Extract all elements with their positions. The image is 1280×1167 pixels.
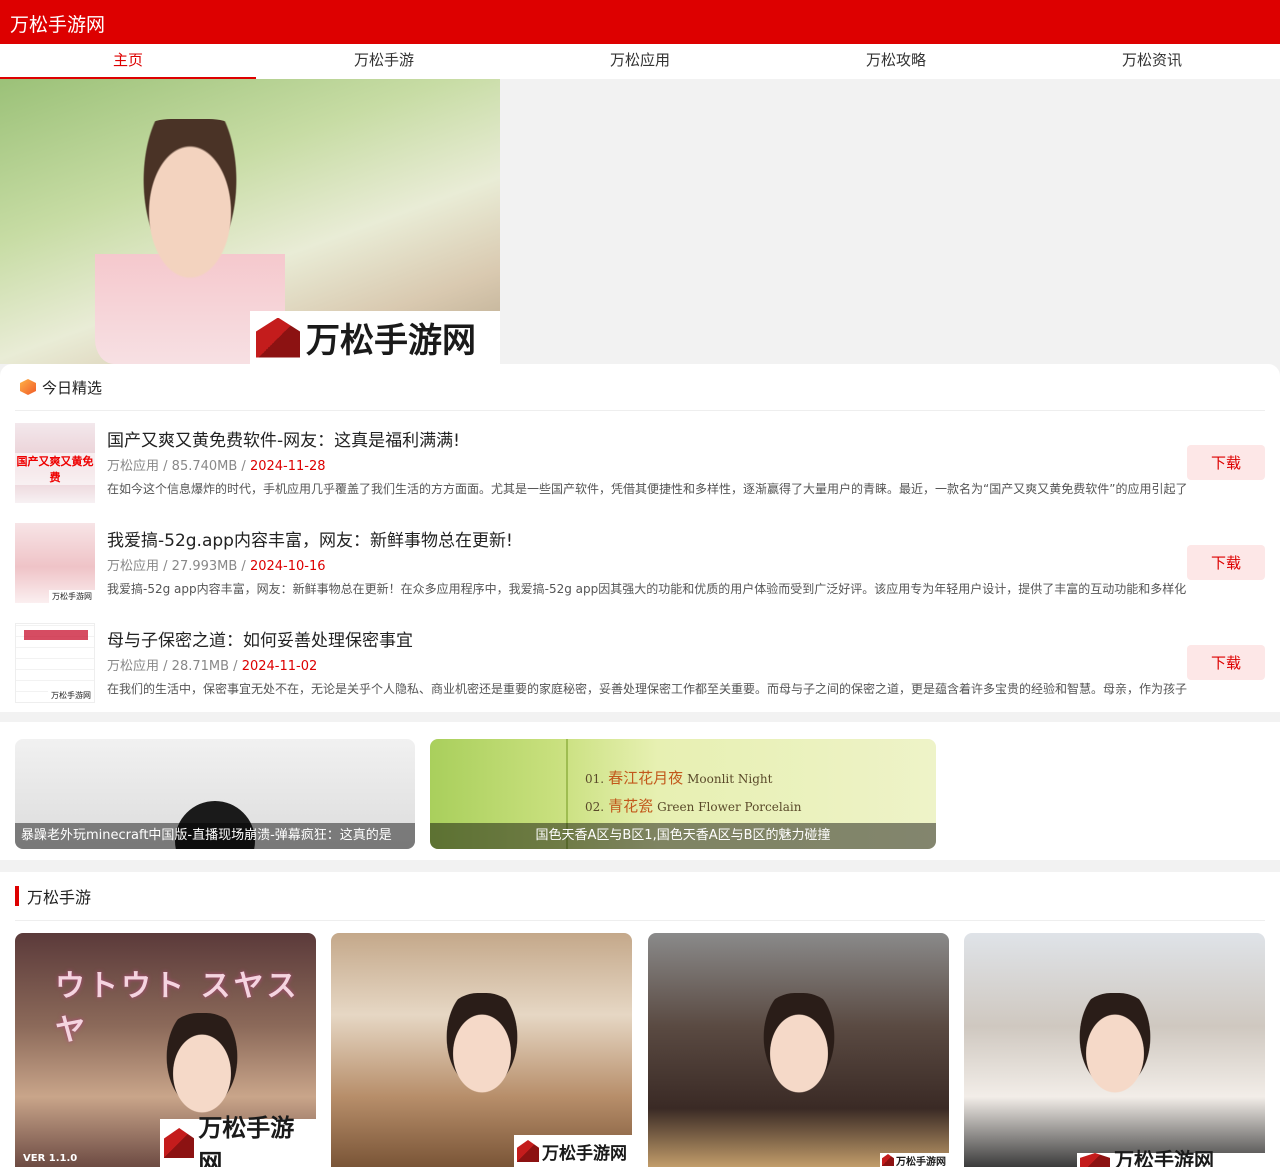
featured-header: 今日精选 <box>15 364 1265 411</box>
section-marker <box>15 886 19 906</box>
track-line: 02. 青花瓷 Green Flower Porcelain <box>585 795 801 816</box>
watermark-text: 万松手游网 <box>306 321 476 361</box>
thumbnail-watermark: 万松手游网 <box>48 689 94 702</box>
download-button[interactable]: 下载 <box>1187 445 1265 480</box>
nav-item-apps[interactable]: 万松应用 <box>512 44 768 79</box>
item-size: 27.993MB <box>171 559 238 574</box>
featured-section: 今日精选 国产又爽又黄免费 国产又爽又黄免费软件-网友：这真是福利满满! 万松应… <box>0 364 1280 712</box>
track-number: 01. <box>585 772 605 786</box>
item-meta: 万松应用 / 27.993MB / 2024-10-16 <box>107 559 326 574</box>
house-logo-icon <box>517 1140 539 1162</box>
featured-title: 今日精选 <box>42 378 103 397</box>
games-title[interactable]: 万松手游 <box>27 884 91 908</box>
app-thumbnail[interactable]: 万松手游网 <box>15 623 95 703</box>
item-date: 2024-10-16 <box>249 559 326 574</box>
item-desc: 在如今这个信息爆炸的时代，手机应用几乎覆盖了我们生活的方方面面。尤其是一些国产软… <box>107 482 1187 496</box>
list-item[interactable]: 万松手游网 我爱搞-52g.app内容丰富，网友：新鲜事物总在更新! 万松应用 … <box>15 512 1265 612</box>
promo-card[interactable]: 01. 春江花月夜 Moonlit Night 02. 青花瓷 Green Flower… <box>430 739 936 849</box>
item-date: 2024-11-28 <box>249 459 326 474</box>
track-cn-title: 春江花月夜 <box>608 769 684 787</box>
track-en-title: Moonlit Night <box>687 772 773 786</box>
game-character <box>1069 993 1160 1103</box>
track-number: 02. <box>585 800 605 814</box>
game-watermark: 万松手游网 <box>880 1153 949 1167</box>
item-desc: 我爱搞-52g app内容丰富，网友：新鲜事物总在更新！在众多应用程序中，我爱搞… <box>107 582 1187 596</box>
nav-item-games[interactable]: 万松手游 <box>256 44 512 79</box>
promo-caption[interactable]: 暴躁老外玩minecraft中国版-直播现场崩溃-弹幕疯狂：这真的是 <box>15 823 415 849</box>
watermark-text: 万松手游网 <box>198 1113 295 1167</box>
item-date: 2024-11-02 <box>241 659 318 674</box>
promo-caption[interactable]: 国色天香A区与B区1,国色天香A区与B区的魅力碰撞 <box>430 823 936 849</box>
site-title[interactable]: 万松手游网 <box>10 10 105 37</box>
nav-item-guides[interactable]: 万松攻略 <box>768 44 1024 79</box>
game-watermark: 万松手游网 <box>160 1113 316 1167</box>
item-meta: 万松应用 / 85.740MB / 2024-11-28 <box>107 459 326 474</box>
nav-item-news[interactable]: 万松资讯 <box>1024 44 1280 79</box>
game-card[interactable]: 万松手游网 <box>964 933 1265 1167</box>
item-size: 85.740MB <box>171 459 238 474</box>
main-nav: 主页 万松手游 万松应用 万松攻略 万松资讯 <box>0 44 1280 79</box>
games-header: 万松手游 <box>15 872 1265 921</box>
watermark-text: 万松手游网 <box>896 1156 946 1167</box>
item-title[interactable]: 母与子保密之道：如何妥善处理保密事宜 <box>107 626 413 651</box>
download-button[interactable]: 下载 <box>1187 645 1265 680</box>
game-card[interactable]: 万松手游网 <box>331 933 632 1167</box>
thumbnail-tag: 国产又爽又黄免费 <box>15 453 95 485</box>
track-en-title: Green Flower Porcelain <box>657 800 802 814</box>
item-size: 28.71MB <box>171 659 230 674</box>
download-button[interactable]: 下载 <box>1187 545 1265 580</box>
app-thumbnail[interactable]: 万松手游网 <box>15 523 95 603</box>
watermark-text: 万松手游网 <box>1114 1148 1214 1167</box>
house-logo-icon <box>1080 1153 1110 1167</box>
item-meta: 万松应用 / 28.71MB / 2024-11-02 <box>107 659 318 674</box>
game-character <box>753 993 844 1103</box>
game-card[interactable]: ウトウト スヤスヤ VER 1.1.0 万松手游网 <box>15 933 316 1167</box>
thumbnail-watermark: 万松手游网 <box>49 590 95 603</box>
hexagon-icon <box>20 379 36 395</box>
game-character <box>156 1013 247 1123</box>
thumbnail-header <box>24 630 88 640</box>
game-card[interactable]: 万松手游网 <box>648 933 949 1167</box>
house-logo-icon <box>882 1154 894 1166</box>
promo-card[interactable]: 暴躁老外玩minecraft中国版-直播现场崩溃-弹幕疯狂：这真的是 <box>15 739 415 849</box>
watermark-text: 万松手游网 <box>542 1143 627 1164</box>
item-desc: 在我们的生活中，保密事宜无处不在，无论是关乎个人隐私、商业机密还是重要的家庭秘密… <box>107 682 1187 696</box>
item-title[interactable]: 我爱搞-52g.app内容丰富，网友：新鲜事物总在更新! <box>107 526 513 551</box>
list-item[interactable]: 国产又爽又黄免费 国产又爽又黄免费软件-网友：这真是福利满满! 万松应用 / 8… <box>15 412 1265 512</box>
hero-banner[interactable]: 万松手游网 <box>0 79 500 364</box>
item-title[interactable]: 国产又爽又黄免费软件-网友：这真是福利满满! <box>107 426 460 451</box>
game-watermark: 万松手游网 <box>514 1135 632 1167</box>
list-item[interactable]: 万松手游网 母与子保密之道：如何妥善处理保密事宜 万松应用 / 28.71MB … <box>15 612 1265 712</box>
top-bar: 万松手游网 <box>0 0 1280 44</box>
track-line: 01. 春江花月夜 Moonlit Night <box>585 767 772 788</box>
games-section: 万松手游 ウトウト スヤスヤ VER 1.1.0 万松手游网 万松手游网 万松手… <box>0 872 1280 1167</box>
game-watermark: 万松手游网 <box>1077 1148 1265 1167</box>
item-category: 万松应用 <box>107 459 160 474</box>
house-logo-icon <box>256 317 300 358</box>
game-character <box>436 993 527 1103</box>
track-cn-title: 青花瓷 <box>608 797 654 815</box>
house-logo-icon <box>164 1128 195 1158</box>
nav-item-home[interactable]: 主页 <box>0 44 256 79</box>
banner-watermark: 万松手游网 <box>250 311 500 364</box>
version-label: VER 1.1.0 <box>23 1153 78 1164</box>
item-category: 万松应用 <box>107 659 160 674</box>
app-thumbnail[interactable]: 国产又爽又黄免费 <box>15 423 95 503</box>
item-category: 万松应用 <box>107 559 160 574</box>
promo-section: 暴躁老外玩minecraft中国版-直播现场崩溃-弹幕疯狂：这真的是 01. 春江… <box>0 722 1280 860</box>
